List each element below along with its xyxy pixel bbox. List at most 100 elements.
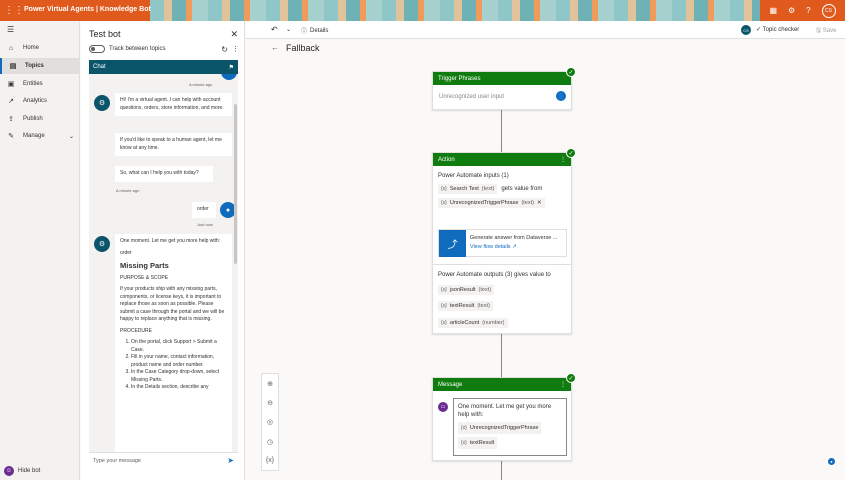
variable-name: jsonResult xyxy=(449,287,476,293)
app-title: Power Virtual Agents | Knowledge Bot xyxy=(24,6,151,13)
app-launcher-icon[interactable]: ⋮⋮ xyxy=(4,5,24,16)
canvas-controls: ⊕ ⊖ ◎ ◷ {x} xyxy=(261,373,279,471)
zoom-out-icon[interactable]: ⊖ xyxy=(267,399,273,407)
recenter-icon[interactable]: ◎ xyxy=(267,418,273,426)
nav-item-manage[interactable]: ✎ Manage ⌄ xyxy=(0,128,80,144)
variable-name: articleCount xyxy=(449,320,480,326)
variable-icon: {x} xyxy=(441,186,447,192)
article-body: If your products ship with any missing p… xyxy=(120,286,225,322)
variable-chip[interactable]: {x} UnrecognizedTriggerPhrase xyxy=(458,422,542,434)
nav-item-label: Publish xyxy=(23,116,43,122)
message-editor[interactable]: One moment. Let me get you more help wit… xyxy=(453,398,567,456)
nav-item-label: Manage xyxy=(23,133,45,139)
hide-bot-label: Hide bot xyxy=(18,468,41,474)
node-header: Trigger Phrases xyxy=(433,72,571,85)
node-title: Trigger Phrases xyxy=(438,75,481,82)
topic-checker-button[interactable]: ✓ Topic checker xyxy=(756,26,799,33)
node-title: Action xyxy=(438,156,455,163)
list-item: In the Details section, describe any xyxy=(131,384,227,392)
variable-icon: {x} xyxy=(441,303,447,309)
variable-chip[interactable]: {x} Search Text (text) xyxy=(438,184,498,194)
chat-transcript[interactable]: ● A minute ago ⚙ Hi! I'm a virtual agent… xyxy=(89,74,238,452)
article-section-label: PROCEDURE xyxy=(120,327,152,334)
close-icon[interactable]: ✕ xyxy=(230,29,238,40)
details-button[interactable]: ⓘ Details xyxy=(301,26,328,36)
connector-line xyxy=(501,461,502,480)
header-actions: ▦ ⚙ ? CS xyxy=(760,0,845,21)
article-section-label: PURPOSE & SCOPE xyxy=(120,274,169,281)
toggle-switch[interactable] xyxy=(89,45,105,53)
nav-item-label: Home xyxy=(23,45,40,51)
send-icon[interactable]: ➤ xyxy=(227,456,234,465)
refresh-icon[interactable]: ↻ xyxy=(221,45,228,54)
user-avatar: CS xyxy=(741,25,751,35)
variables-icon[interactable]: {x} xyxy=(266,457,274,464)
test-bot-title: Test bot xyxy=(89,29,121,39)
nav-item-topics[interactable]: ▤ Topics xyxy=(0,58,80,74)
nav-item-publish[interactable]: ⇪ Publish xyxy=(0,111,80,127)
input-mapping: {x} Search Text (text) gets value from xyxy=(438,184,542,194)
zoom-in-icon[interactable]: ⊕ xyxy=(267,380,273,388)
flow-card[interactable]: ⤴ Generate answer from Dataverse ... Vie… xyxy=(438,229,567,257)
back-arrow-icon[interactable]: ← xyxy=(271,43,279,52)
more-options-icon[interactable]: ⋮ xyxy=(560,156,566,163)
variable-type: (number) xyxy=(482,320,505,326)
view-flow-link[interactable]: View flow details ↗ xyxy=(470,243,557,252)
save-button[interactable]: 🖫 Save xyxy=(816,26,836,36)
nav-item-entities[interactable]: ▣ Entities xyxy=(0,76,80,92)
variable-chip[interactable]: {x} jsonResult (text) xyxy=(438,285,495,295)
bot-icon: ☺ xyxy=(4,466,14,476)
user-avatar[interactable]: CS xyxy=(821,3,836,18)
analytics-icon: ↗ xyxy=(8,98,14,105)
variable-chip[interactable]: {x} articleCount (number) xyxy=(438,318,508,328)
authoring-canvas: ↶ ⌄ ⓘ Details CS ✓ Topic checker 🖫 Save … xyxy=(246,21,845,480)
chat-help-icon[interactable]: ● xyxy=(828,458,835,465)
outputs-label: Power Automate outputs (3) gives value t… xyxy=(438,272,551,278)
bot-avatar-icon: ⚙ xyxy=(94,236,110,252)
bot-message: If you'd like to speak to a human agent,… xyxy=(115,133,232,156)
left-navigation: ☰ ⌂ Home ▤ Topics ▣ Entities ↗ Analytics… xyxy=(0,21,80,480)
more-options-icon[interactable]: ⋮ xyxy=(560,381,566,388)
chat-bubble-icon: ▭ xyxy=(438,402,448,412)
message-input[interactable]: Type your message xyxy=(93,458,141,464)
timestamp: A minute ago xyxy=(189,82,213,87)
history-icon[interactable]: ◷ xyxy=(267,438,273,446)
page-title: Fallback xyxy=(286,43,320,53)
save-label: Save xyxy=(822,28,837,34)
settings-icon[interactable]: ⚙ xyxy=(788,6,795,15)
remove-icon[interactable]: ✕ xyxy=(537,200,542,206)
message-variable: {x} UnrecognizedTriggerPhrase xyxy=(458,422,562,434)
variable-chip[interactable]: {x} textResult (text) xyxy=(438,301,493,311)
variable-icon: {x} xyxy=(441,320,447,326)
help-icon[interactable]: ? xyxy=(806,6,810,15)
hide-bot-button[interactable]: ☺ Hide bot xyxy=(4,466,40,476)
topic-checker-label: Topic checker xyxy=(762,27,800,33)
hamburger-menu-icon[interactable]: ☰ xyxy=(7,25,14,34)
action-node[interactable]: Action ⋮ ✓ Power Automate inputs (1) {x}… xyxy=(432,148,576,334)
message-node[interactable]: Message ⋮ ✓ ▭ One moment. Let me get you… xyxy=(432,373,576,461)
chevron-down-icon[interactable]: ⌄ xyxy=(286,26,291,33)
more-options-icon[interactable]: ⋮ xyxy=(232,45,239,53)
variable-type: (text) xyxy=(478,287,492,293)
list-item: On the portal, click Support > Submit a … xyxy=(131,339,227,354)
chat-scrollbar[interactable] xyxy=(234,104,237,264)
variable-name: textResult xyxy=(469,440,495,446)
track-topics-toggle[interactable]: Track between topics xyxy=(89,45,165,53)
environment-icon[interactable]: ▦ xyxy=(769,6,777,15)
article-steps: On the portal, click Support > Submit a … xyxy=(120,339,227,392)
variable-chip[interactable]: {x} UnrecognizedTriggerPhrase (text) ✕ xyxy=(438,198,545,208)
undo-icon[interactable]: ↶ xyxy=(271,25,278,34)
message-input-area: Type your message ➤ xyxy=(89,452,238,468)
nav-item-analytics[interactable]: ↗ Analytics xyxy=(0,93,80,109)
article-intro: One moment. Let me get you more help wit… xyxy=(120,238,221,244)
variable-name: UnrecognizedTriggerPhrase xyxy=(449,200,519,206)
info-icon: ⓘ xyxy=(301,29,308,35)
check-icon: ✓ xyxy=(566,373,576,383)
variable-icon: {x} xyxy=(461,425,467,431)
bot-message: Hi! I'm a virtual agent. I can help with… xyxy=(115,93,232,116)
trigger-node[interactable]: Trigger Phrases ✓ Unrecognized user inpu… xyxy=(432,67,576,110)
variable-chip[interactable]: {x} textResult xyxy=(458,437,498,449)
nav-item-home[interactable]: ⌂ Home xyxy=(0,40,80,56)
source-variable-row: {x} UnrecognizedTriggerPhrase (text) ✕ xyxy=(438,198,545,208)
flag-icon[interactable]: ⚑ xyxy=(229,64,234,71)
